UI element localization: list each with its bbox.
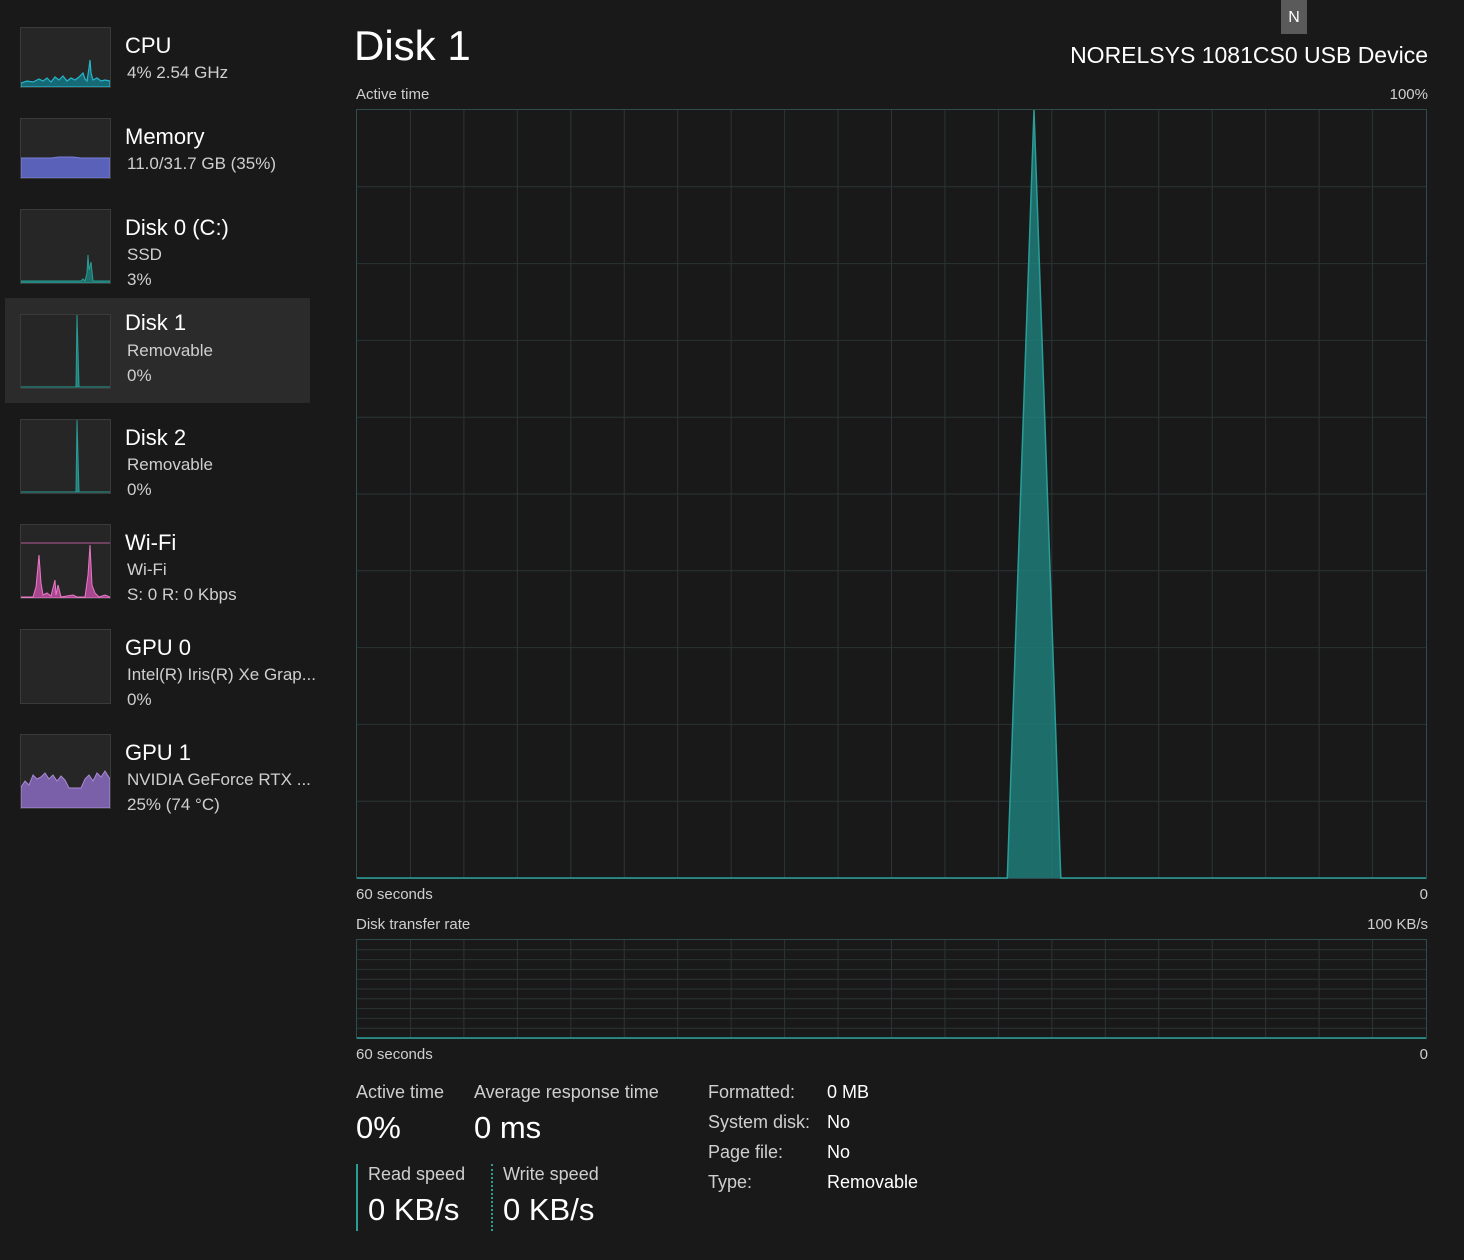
system-disk-label: System disk: bbox=[708, 1112, 811, 1132]
sidebar-item-title: GPU 0 bbox=[125, 635, 192, 660]
write-speed-label: Write speed bbox=[503, 1164, 599, 1184]
disk-2-thumbnail-graph bbox=[20, 419, 111, 494]
transfer-rate-chart-svg bbox=[357, 940, 1426, 1039]
avatar: N bbox=[1281, 0, 1307, 34]
page-file-value: No bbox=[827, 1142, 851, 1162]
sidebar-item-subtitle: Removable bbox=[127, 341, 213, 360]
device-name: NORELSYS 1081CS0 USB Device bbox=[1070, 42, 1428, 68]
sidebar-item-subtitle: Wi-Fi bbox=[127, 560, 167, 579]
disk-1-thumbnail-graph bbox=[20, 314, 111, 389]
active-time-label: Active time bbox=[356, 1082, 445, 1102]
sidebar-item-value: 3% bbox=[127, 270, 152, 289]
sidebar-item-title: Wi-Fi bbox=[125, 530, 177, 555]
active-time-chart-svg bbox=[357, 110, 1426, 879]
sidebar-item-gpu-1[interactable]: GPU 1 NVIDIA GeForce RTX ... 25% (74 °C) bbox=[5, 734, 311, 839]
sidebar-item-value: 0% bbox=[127, 366, 152, 385]
read-speed-indicator bbox=[356, 1164, 358, 1231]
sidebar-item-disk-2[interactable]: Disk 2 Removable 0% bbox=[5, 419, 310, 524]
sidebar-item-title: Disk 2 bbox=[125, 425, 187, 450]
gpu-0-thumbnail-graph bbox=[20, 629, 111, 704]
memory-thumbnail-graph bbox=[20, 118, 111, 179]
sidebar-item-subtitle: NVIDIA GeForce RTX ... bbox=[127, 770, 311, 789]
sidebar-item-subtitle: 4% 2.54 GHz bbox=[127, 63, 229, 82]
page-title: Disk 1 bbox=[354, 22, 471, 69]
page-file-label: Page file: bbox=[708, 1142, 784, 1162]
wifi-thumbnail-graph bbox=[20, 524, 111, 599]
read-speed-label: Read speed bbox=[368, 1164, 466, 1184]
active-time-value: 0% bbox=[356, 1110, 401, 1145]
sidebar-item-subtitle: Removable bbox=[127, 455, 213, 474]
sidebar-item-value: 0% bbox=[127, 690, 152, 709]
write-speed-indicator bbox=[491, 1164, 493, 1231]
sidebar-item-title: Memory bbox=[125, 124, 205, 149]
active-time-chart-duration: 60 seconds bbox=[356, 886, 433, 903]
sidebar-item-value: S: 0 R: 0 Kbps bbox=[127, 585, 237, 604]
write-speed-value: 0 KB/s bbox=[503, 1192, 595, 1227]
active-time-chart-max: 100% bbox=[1389, 86, 1428, 103]
transfer-rate-chart-min: 0 bbox=[1419, 1046, 1428, 1063]
transfer-rate-chart-max: 100 KB/s bbox=[1367, 916, 1428, 933]
active-time-chart-label: Active time bbox=[356, 86, 430, 103]
sidebar-item-gpu-0[interactable]: GPU 0 Intel(R) Iris(R) Xe Grap... 0% bbox=[5, 629, 316, 734]
transfer-rate-chart-label: Disk transfer rate bbox=[356, 916, 471, 933]
avg-response-label: Average response time bbox=[474, 1082, 659, 1102]
active-time-chart bbox=[356, 109, 1427, 879]
sidebar-item-title: CPU bbox=[125, 33, 172, 58]
sidebar-item-subtitle: 11.0/31.7 GB (35%) bbox=[127, 154, 276, 173]
disk-0-thumbnail-graph bbox=[20, 209, 111, 284]
sidebar-item-memory[interactable]: Memory 11.0/31.7 GB (35%) bbox=[5, 118, 310, 223]
system-disk-value: No bbox=[827, 1112, 851, 1132]
formatted-label: Formatted: bbox=[708, 1082, 796, 1102]
type-value: Removable bbox=[827, 1172, 919, 1192]
sidebar-item-subtitle: SSD bbox=[127, 245, 162, 264]
sidebar-item-title: Disk 1 bbox=[125, 310, 187, 335]
sidebar-item-title: Disk 0 (C:) bbox=[125, 215, 229, 240]
sidebar-item-wifi[interactable]: Wi-Fi Wi-Fi S: 0 R: 0 Kbps bbox=[5, 524, 310, 629]
transfer-rate-chart bbox=[356, 939, 1427, 1039]
sidebar-item-subtitle: Intel(R) Iris(R) Xe Grap... bbox=[127, 665, 316, 684]
formatted-value: 0 MB bbox=[827, 1082, 870, 1102]
sidebar-item-value: 25% (74 °C) bbox=[127, 795, 220, 814]
sidebar-item-disk-1[interactable]: Disk 1 Removable 0% bbox=[5, 298, 310, 403]
sidebar-item-cpu[interactable]: CPU 4% 2.54 GHz bbox=[5, 27, 310, 132]
avg-response-value: 0 ms bbox=[474, 1110, 542, 1145]
cpu-thumbnail-graph bbox=[20, 27, 111, 88]
type-label: Type: bbox=[708, 1172, 753, 1192]
gpu-1-thumbnail-graph bbox=[20, 734, 111, 809]
sidebar-item-title: GPU 1 bbox=[125, 740, 192, 765]
transfer-rate-chart-duration: 60 seconds bbox=[356, 1046, 433, 1063]
sidebar-item-value: 0% bbox=[127, 480, 152, 499]
read-speed-value: 0 KB/s bbox=[368, 1192, 460, 1227]
active-time-chart-min: 0 bbox=[1419, 886, 1428, 903]
